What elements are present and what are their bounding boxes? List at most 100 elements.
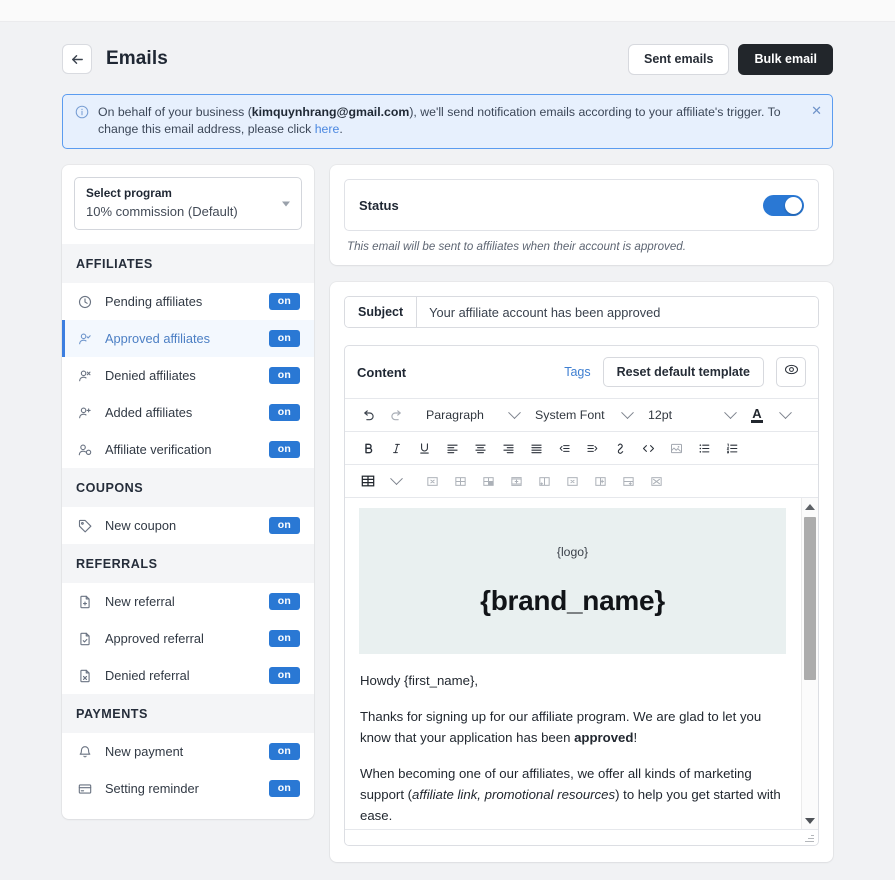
select-program-dropdown[interactable]: Select program 10% commission (Default) <box>74 177 302 230</box>
scroll-up-arrow-icon[interactable] <box>802 499 818 514</box>
source-code-icon[interactable] <box>635 436 661 460</box>
resize-handle-icon[interactable] <box>805 833 814 842</box>
toggle-pill[interactable]: on <box>268 366 300 385</box>
toolbar-row-3 <box>345 464 818 497</box>
redo-icon[interactable] <box>383 403 409 427</box>
emails-page: Emails Sent emails Bulk email On behalf … <box>0 0 895 880</box>
sidebar-item-new-payment[interactable]: New payment on <box>62 733 314 770</box>
user-x-icon <box>76 367 94 385</box>
content-columns: Select program 10% commission (Default) … <box>62 165 833 862</box>
sidebar-item-approved-referral[interactable]: Approved referral on <box>62 620 314 657</box>
table-insert-row-icon[interactable] <box>503 469 529 493</box>
block-format-select[interactable]: Paragraph <box>419 403 526 427</box>
bold-icon[interactable] <box>355 436 381 460</box>
toggle-pill[interactable]: on <box>268 403 300 422</box>
image-icon[interactable] <box>663 436 689 460</box>
sidebar: Select program 10% commission (Default) … <box>62 165 314 819</box>
status-toggle[interactable] <box>763 194 804 216</box>
italic-icon[interactable] <box>383 436 409 460</box>
toggle-pill[interactable]: on <box>268 742 300 761</box>
bell-icon <box>76 743 94 761</box>
arrow-left-icon <box>70 52 85 67</box>
sidebar-item-new-referral[interactable]: New referral on <box>62 583 314 620</box>
table-split-cell-icon[interactable] <box>643 469 669 493</box>
user-check-icon <box>76 330 94 348</box>
email-text: ! <box>633 730 638 745</box>
bullet-list-icon[interactable] <box>691 436 717 460</box>
toggle-knob <box>785 196 802 214</box>
sidebar-item-approved-affiliates[interactable]: Approved affiliates on <box>62 320 314 357</box>
table-dropdown-caret[interactable] <box>383 469 409 493</box>
email-bold-text: approved <box>574 730 634 745</box>
toggle-pill[interactable]: on <box>268 666 300 685</box>
subject-input[interactable] <box>417 297 818 327</box>
toggle-pill[interactable]: on <box>268 516 300 535</box>
sidebar-item-denied-affiliates[interactable]: Denied affiliates on <box>62 357 314 394</box>
toggle-pill[interactable]: on <box>268 292 300 311</box>
align-left-icon[interactable] <box>439 436 465 460</box>
text-color-icon[interactable]: A <box>744 403 770 427</box>
font-family-select[interactable]: System Font <box>528 403 639 427</box>
email-preview-pane[interactable]: {logo} {brand_name} Howdy {first_name}, T… <box>345 497 818 829</box>
preview-scrollbar[interactable] <box>801 498 818 829</box>
table-merge-cells-icon[interactable] <box>615 469 641 493</box>
font-size-select[interactable]: 12pt <box>641 403 742 427</box>
indent-icon[interactable] <box>579 436 605 460</box>
sidebar-item-new-coupon[interactable]: New coupon on <box>62 507 314 544</box>
status-card: Status This email will be sent to affili… <box>330 165 833 265</box>
table-icon[interactable] <box>355 469 381 493</box>
bulk-email-button[interactable]: Bulk email <box>738 43 833 75</box>
select-program-wrapper: Select program 10% commission (Default) <box>62 165 314 244</box>
brand-name-token: {brand_name} <box>480 585 665 616</box>
toggle-pill[interactable]: on <box>268 779 300 798</box>
tags-link[interactable]: Tags <box>564 365 590 379</box>
table-delete-icon[interactable] <box>419 469 445 493</box>
email-text: Howdy {first_name}, <box>360 673 479 688</box>
eye-icon <box>784 362 799 382</box>
status-label: Status <box>359 197 399 213</box>
table-properties-icon[interactable] <box>447 469 473 493</box>
chevron-down-icon <box>508 405 521 419</box>
undo-icon[interactable] <box>355 403 381 427</box>
file-x-icon <box>76 667 94 685</box>
table-cell-properties-icon[interactable] <box>475 469 501 493</box>
toggle-pill[interactable]: on <box>268 592 300 611</box>
user-badge-icon <box>76 441 94 459</box>
sidebar-item-affiliate-verification[interactable]: Affiliate verification on <box>62 431 314 468</box>
font-size-value: 12pt <box>648 408 673 422</box>
sidebar-item-label: Approved referral <box>105 631 204 646</box>
sent-emails-button[interactable]: Sent emails <box>627 43 730 75</box>
align-center-icon[interactable] <box>467 436 493 460</box>
toggle-pill[interactable]: on <box>268 329 300 348</box>
align-right-icon[interactable] <box>495 436 521 460</box>
chevron-down-icon <box>621 405 634 419</box>
numbered-list-icon[interactable] <box>719 436 745 460</box>
sidebar-group-title: COUPONS <box>62 468 314 507</box>
select-program-label: Select program <box>86 186 172 200</box>
align-justify-icon[interactable] <box>523 436 549 460</box>
back-button[interactable] <box>62 44 92 74</box>
scrollbar-thumb[interactable] <box>804 517 816 680</box>
banner-here-link[interactable]: here <box>315 122 340 136</box>
sidebar-item-pending-affiliates[interactable]: Pending affiliates on <box>62 283 314 320</box>
underline-icon[interactable] <box>411 436 437 460</box>
sidebar-item-denied-referral[interactable]: Denied referral on <box>62 657 314 694</box>
sidebar-item-added-affiliates[interactable]: Added affiliates on <box>62 394 314 431</box>
scroll-down-arrow-icon[interactable] <box>802 813 818 828</box>
toggle-pill[interactable]: on <box>268 629 300 648</box>
user-plus-icon <box>76 404 94 422</box>
link-icon[interactable] <box>607 436 633 460</box>
toggle-pill[interactable]: on <box>268 440 300 459</box>
outdent-icon[interactable] <box>551 436 577 460</box>
font-family-value: System Font <box>535 408 605 422</box>
sidebar-item-setting-reminder[interactable]: Setting reminder on <box>62 770 314 807</box>
table-delete-row-icon[interactable] <box>559 469 585 493</box>
table-delete-column-icon[interactable] <box>587 469 613 493</box>
content-header: Content Tags Reset default template <box>345 346 818 398</box>
table-insert-column-icon[interactable] <box>531 469 557 493</box>
text-color-dropdown[interactable] <box>772 403 798 427</box>
reset-default-template-button[interactable]: Reset default template <box>602 357 764 387</box>
close-icon[interactable]: ✕ <box>811 104 822 117</box>
preview-button[interactable] <box>776 357 806 387</box>
banner-email: kimquynhrang@gmail.com <box>251 105 410 119</box>
